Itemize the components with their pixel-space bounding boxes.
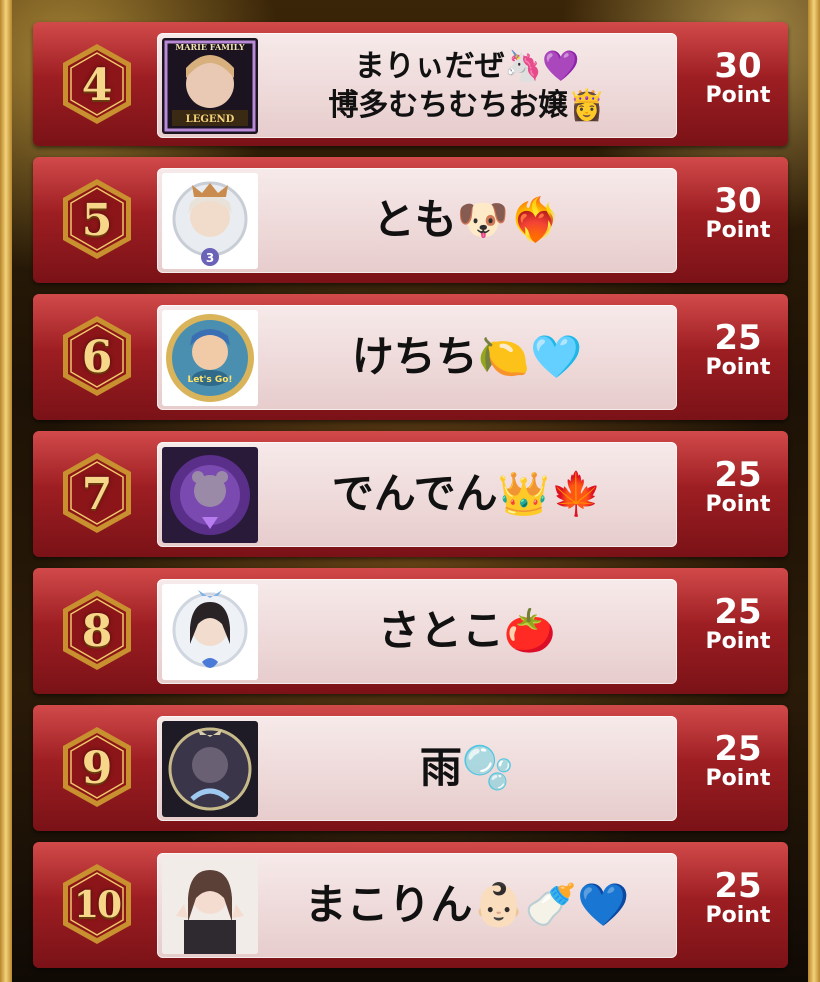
player-name: けちち🍋🩵 bbox=[351, 332, 583, 382]
avatar-image bbox=[162, 584, 258, 680]
ranking-row[interactable]: 9 雨🫧 25 Point bbox=[33, 705, 788, 831]
ranking-row[interactable]: 5 3 とも🐶❤️‍🔥 30 Point bbox=[33, 157, 788, 283]
ranking-row[interactable]: 8 さとこ🍅 25 Point bbox=[33, 568, 788, 694]
rank-badge: 7 bbox=[61, 451, 133, 535]
rank-badge: 5 bbox=[61, 177, 133, 261]
rank-number: 4 bbox=[81, 60, 113, 111]
avatar[interactable]: 3 bbox=[162, 173, 258, 269]
ranking-row[interactable]: 10 まこりん👶🏻🍼💙 25 Point bbox=[33, 842, 788, 968]
ranking-row[interactable]: 4 MARIE FAMILY LEGEND まりぃだぜ🦄💜 博多むちむちお嬢👸 bbox=[33, 22, 788, 146]
points-unit: Point bbox=[705, 766, 771, 791]
rank-number: 8 bbox=[81, 606, 113, 657]
ranking-row[interactable]: 7 でんでん👑🍁 25 Point bbox=[33, 431, 788, 557]
avatar-image bbox=[162, 447, 258, 543]
avatar-caption-bottom: LEGEND bbox=[186, 114, 235, 125]
avatar[interactable]: MARIE FAMILY LEGEND bbox=[162, 38, 258, 134]
player-name: 雨🫧 bbox=[419, 743, 515, 793]
avatar[interactable] bbox=[162, 721, 258, 817]
avatar-level: 3 bbox=[206, 251, 214, 265]
player-card[interactable]: 雨🫧 bbox=[157, 716, 677, 821]
points-value: 25 bbox=[714, 866, 762, 906]
gold-frame-left bbox=[0, 0, 12, 982]
avatar-caption-top: MARIE FAMILY bbox=[175, 42, 244, 52]
rank-badge: 4 bbox=[61, 42, 133, 126]
points: 25 Point bbox=[693, 320, 783, 380]
rank-badge: 10 bbox=[61, 862, 133, 946]
points: 30 Point bbox=[693, 48, 783, 108]
points-value: 25 bbox=[714, 455, 762, 495]
player-name: さとこ🍅 bbox=[377, 606, 557, 656]
player-name-line1: まりぃだぜ🦄💜 bbox=[354, 48, 580, 84]
points: 30 Point bbox=[693, 183, 783, 243]
player-name-line2: 博多むちむちお嬢👸 bbox=[328, 87, 606, 123]
avatar[interactable] bbox=[162, 584, 258, 680]
points-value: 25 bbox=[714, 318, 762, 358]
player-name: まりぃだぜ🦄💜 博多むちむちお嬢👸 bbox=[265, 33, 669, 138]
player-card[interactable]: Let's Go! けちち🍋🩵 bbox=[157, 305, 677, 410]
avatar[interactable] bbox=[162, 447, 258, 543]
rank-badge: 8 bbox=[61, 588, 133, 672]
rank-badge: 9 bbox=[61, 725, 133, 809]
player-card[interactable]: でんでん👑🍁 bbox=[157, 442, 677, 547]
player-name: まこりん👶🏻🍼💙 bbox=[304, 880, 630, 930]
points: 25 Point bbox=[693, 457, 783, 517]
points: 25 Point bbox=[693, 594, 783, 654]
avatar-image: Let's Go! bbox=[162, 310, 258, 406]
rank-number: 5 bbox=[81, 195, 113, 246]
rank-number: 10 bbox=[73, 884, 122, 926]
avatar-image: MARIE FAMILY LEGEND bbox=[162, 38, 258, 134]
rank-badge: 6 bbox=[61, 314, 133, 398]
rank-number: 9 bbox=[81, 743, 113, 794]
points-value: 25 bbox=[714, 729, 762, 769]
points-unit: Point bbox=[705, 83, 771, 108]
points-unit: Point bbox=[705, 492, 771, 517]
points-unit: Point bbox=[705, 903, 771, 928]
ranking-row[interactable]: 6 Let's Go! けちち🍋🩵 25 Point bbox=[33, 294, 788, 420]
player-card[interactable]: MARIE FAMILY LEGEND まりぃだぜ🦄💜 博多むちむちお嬢👸 bbox=[157, 33, 677, 138]
points-unit: Point bbox=[705, 218, 771, 243]
rank-number: 7 bbox=[81, 469, 113, 520]
avatar-image bbox=[162, 721, 258, 817]
points-value: 30 bbox=[714, 181, 762, 221]
gold-frame-right bbox=[808, 0, 820, 982]
avatar[interactable] bbox=[162, 858, 258, 954]
points-value: 25 bbox=[714, 592, 762, 632]
points: 25 Point bbox=[693, 731, 783, 791]
points: 25 Point bbox=[693, 868, 783, 928]
player-card[interactable]: まこりん👶🏻🍼💙 bbox=[157, 853, 677, 958]
avatar-caption: Let's Go! bbox=[187, 375, 232, 385]
player-card[interactable]: さとこ🍅 bbox=[157, 579, 677, 684]
points-value: 30 bbox=[714, 46, 762, 86]
player-name: とも🐶❤️‍🔥 bbox=[372, 195, 562, 245]
ranking-list: 4 MARIE FAMILY LEGEND まりぃだぜ🦄💜 博多むちむちお嬢👸 bbox=[33, 22, 788, 979]
player-card[interactable]: 3 とも🐶❤️‍🔥 bbox=[157, 168, 677, 273]
rank-number: 6 bbox=[81, 332, 113, 383]
points-unit: Point bbox=[705, 355, 771, 380]
avatar-image bbox=[162, 858, 258, 954]
points-unit: Point bbox=[705, 629, 771, 654]
avatar-image: 3 bbox=[162, 173, 258, 269]
player-name: でんでん👑🍁 bbox=[331, 469, 603, 519]
avatar[interactable]: Let's Go! bbox=[162, 310, 258, 406]
